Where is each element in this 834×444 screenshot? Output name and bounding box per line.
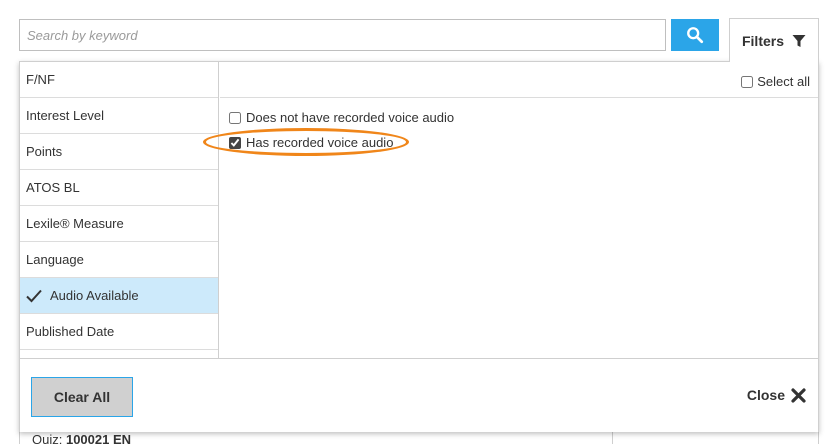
option-no-recorded-audio[interactable]: Does not have recorded voice audio: [229, 110, 454, 125]
filter-category-audio-available[interactable]: Audio Available: [20, 278, 218, 314]
close-icon: [791, 387, 806, 403]
close-button[interactable]: Close: [747, 387, 806, 403]
select-all-row: Select all: [220, 62, 818, 98]
filter-panel: F/NF Interest Level Points ATOS BL Lexil…: [19, 61, 819, 432]
results-divider: [818, 430, 819, 444]
search-input[interactable]: [19, 19, 666, 51]
option-has-recorded-audio-checkbox[interactable]: [229, 136, 241, 149]
funnel-icon: [792, 34, 806, 47]
filter-category-atos-bl[interactable]: ATOS BL: [20, 170, 218, 206]
quiz-number-text: Quiz: 100021 EN: [32, 432, 132, 444]
select-all-checkbox[interactable]: [741, 75, 754, 88]
search-icon: [687, 27, 704, 44]
option-has-recorded-audio[interactable]: Has recorded voice audio: [229, 135, 393, 150]
filters-tab[interactable]: Filters: [729, 18, 819, 62]
filter-category-language[interactable]: Language: [20, 242, 218, 278]
filter-category-fnf[interactable]: F/NF: [20, 62, 218, 98]
checkmark-icon: [26, 289, 44, 303]
select-all-control[interactable]: Select all: [741, 74, 810, 89]
filter-category-points[interactable]: Points: [20, 134, 218, 170]
search-button[interactable]: [671, 19, 719, 51]
filters-tab-label: Filters: [741, 32, 784, 49]
filter-category-list: F/NF Interest Level Points ATOS BL Lexil…: [20, 62, 219, 358]
filter-options-area: Select all Does not have recorded voice …: [220, 62, 818, 358]
filter-panel-footer: Clear All Close: [20, 358, 818, 432]
filter-category-published-date[interactable]: Published Date: [20, 314, 218, 350]
clear-all-button[interactable]: Clear All: [31, 377, 133, 417]
filter-category-interest-level[interactable]: Interest Level: [20, 98, 218, 134]
filter-category-lexile[interactable]: Lexile® Measure: [20, 206, 218, 242]
option-no-recorded-audio-checkbox[interactable]: [229, 111, 241, 124]
